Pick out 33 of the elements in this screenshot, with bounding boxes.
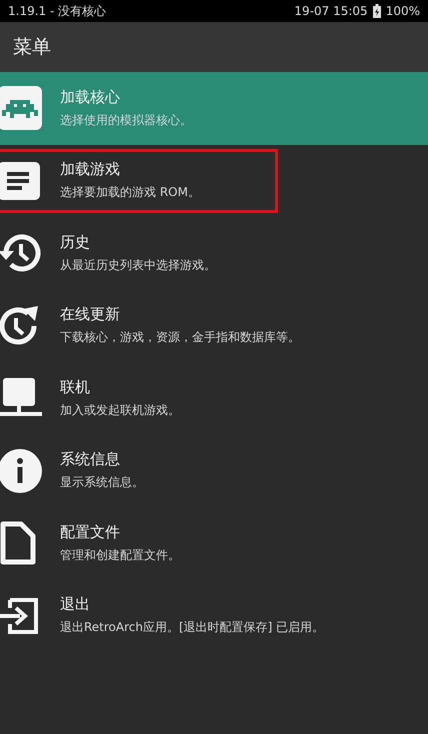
- menu-item[interactable]: 在线更新 下载核心，游戏，资源，金手指和数据库等。: [0, 290, 428, 362]
- item-description: 选择要加载的游戏 ROM。: [60, 184, 200, 202]
- item-title: 联机: [60, 378, 91, 397]
- document-icon: [0, 160, 40, 202]
- item-description: 显示系统信息。: [60, 474, 144, 492]
- battery-charging-icon: [372, 4, 381, 18]
- item-title: 退出: [60, 595, 91, 614]
- menu-item[interactable]: 历史 从最近历史列表中选择游戏。: [0, 217, 428, 290]
- menu-item[interactable]: 系统信息 显示系统信息。: [0, 434, 428, 507]
- menu-item[interactable]: 配置文件 管理和创建配置文件。: [0, 507, 428, 580]
- item-description: 下载核心，游戏，资源，金手指和数据库等。: [60, 329, 300, 346]
- menu-item[interactable]: 加载游戏 选择要加载的游戏 ROM。: [0, 144, 428, 217]
- item-description: 选择使用的模拟器核心。: [60, 112, 192, 129]
- item-title: 系统信息: [60, 450, 121, 470]
- clock: 19-07 15:05: [294, 4, 368, 18]
- item-description: 加入或发起联机游戏。: [60, 402, 180, 419]
- status-text: 1.19.1 - 没有核心: [8, 2, 106, 20]
- item-title: 历史: [60, 232, 91, 252]
- item-title: 在线更新: [60, 305, 121, 324]
- item-description: 退出RetroArch应用。[退出时配置保存] 已启用。: [60, 619, 324, 636]
- item-title: 加载游戏: [60, 160, 121, 180]
- info-icon: [0, 448, 42, 493]
- file-icon: [0, 521, 38, 566]
- menu-title: 菜单: [13, 35, 51, 60]
- menu-item[interactable]: 联机 加入或发起联机游戏。: [0, 362, 428, 434]
- space-invader-icon: [0, 86, 42, 130]
- item-description: 管理和创建配置文件。: [60, 546, 180, 564]
- item-title: 配置文件: [60, 522, 121, 542]
- battery-level: 100%: [386, 4, 420, 18]
- item-title: 加载核心: [60, 88, 121, 107]
- menu-item[interactable]: 加载核心 选择使用的模拟器核心。: [0, 72, 428, 144]
- item-description: 从最近历史列表中选择游戏。: [60, 256, 216, 274]
- menu-item[interactable]: 退出 退出RetroArch应用。[退出时配置保存] 已启用。: [0, 580, 428, 652]
